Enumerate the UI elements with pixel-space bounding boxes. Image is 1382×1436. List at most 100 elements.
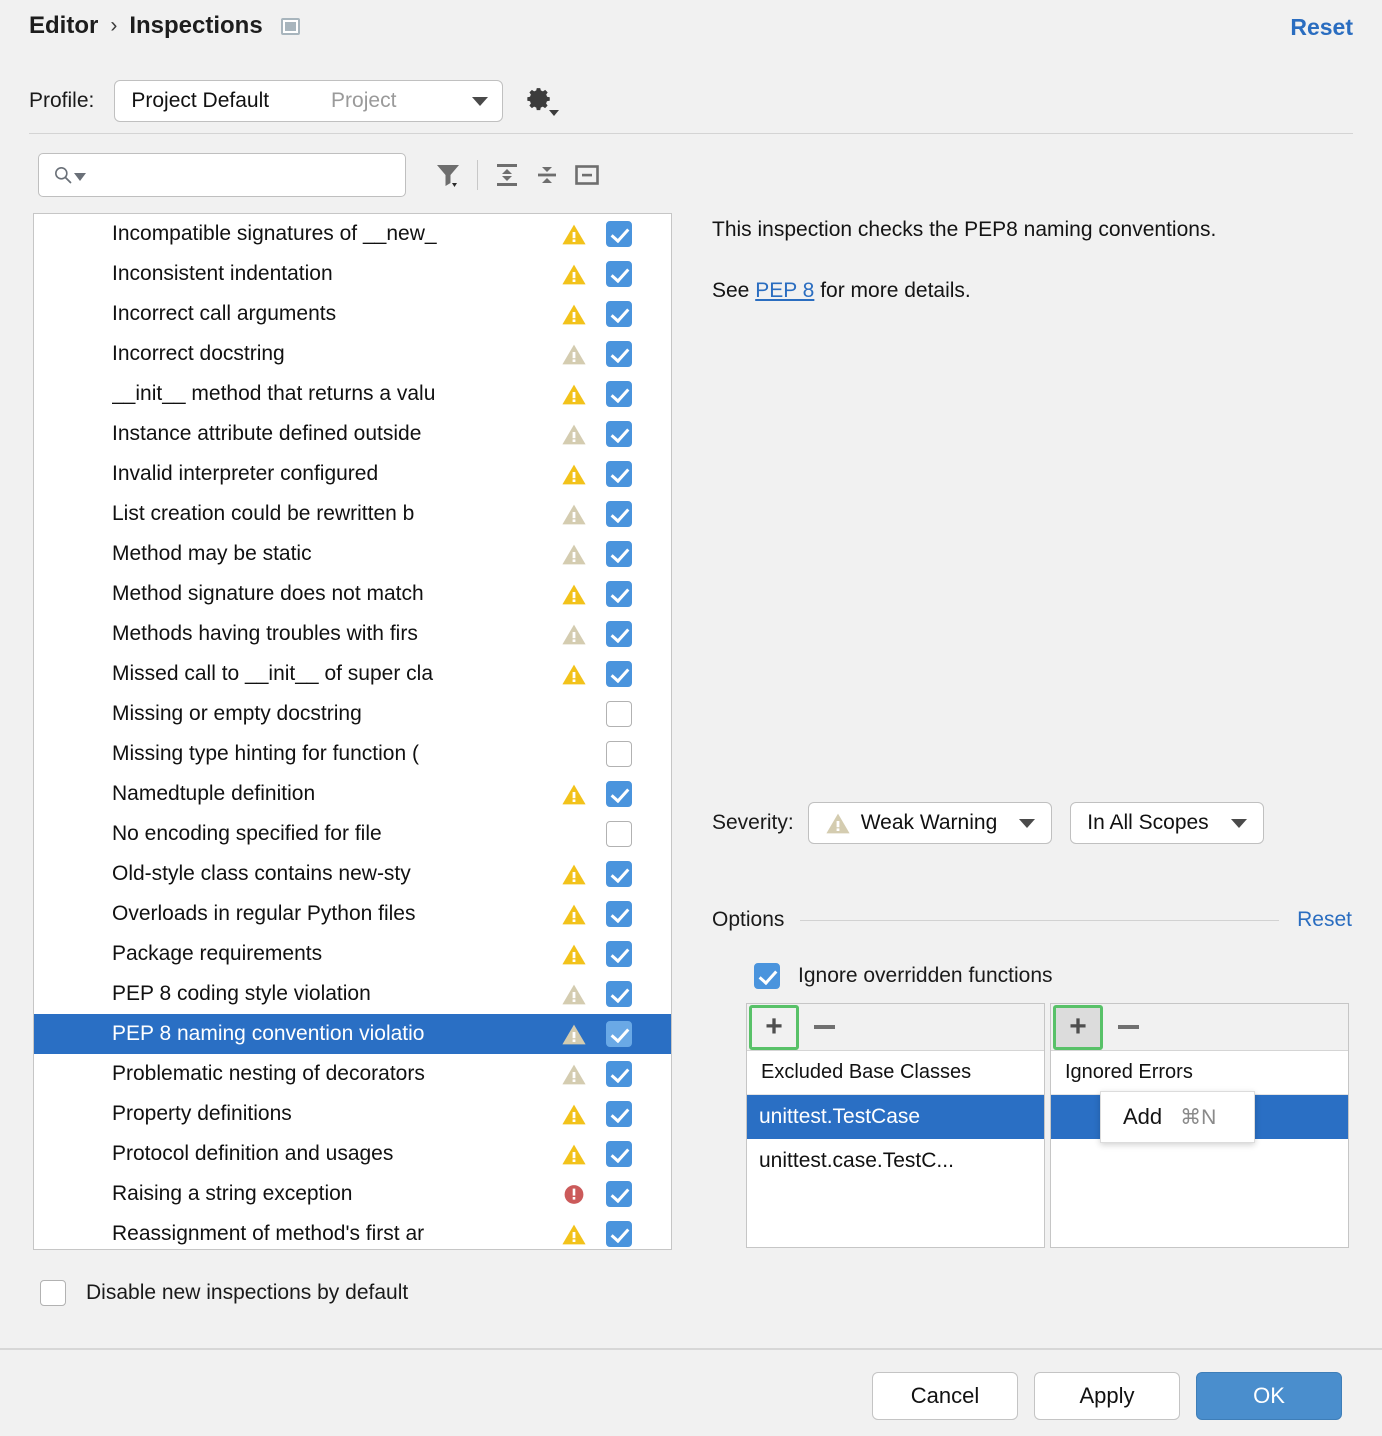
inspection-enabled-checkbox[interactable] [606, 301, 632, 327]
inspection-label: Namedtuple definition [112, 782, 552, 806]
disable-new-inspections-row[interactable]: Disable new inspections by default [40, 1280, 408, 1306]
apply-button[interactable]: Apply [1034, 1372, 1180, 1420]
inspection-row[interactable]: Incompatible signatures of __new_ [34, 214, 671, 254]
toggle-group-button[interactable] [567, 155, 607, 195]
inspection-row[interactable]: Raising a string exception [34, 1174, 671, 1214]
inspection-checkbox-slot [596, 661, 642, 687]
inspection-severity-icon-slot [552, 383, 596, 406]
inspection-enabled-checkbox[interactable] [606, 981, 632, 1007]
inspection-enabled-checkbox[interactable] [606, 1221, 632, 1247]
inspection-row[interactable]: Missing or empty docstring [34, 694, 671, 734]
remove-ignored-error-button[interactable] [1103, 1005, 1153, 1050]
inspection-row[interactable]: Methods having troubles with firs [34, 614, 671, 654]
search-options-caret-icon[interactable] [74, 173, 86, 181]
inspection-enabled-checkbox[interactable] [606, 781, 632, 807]
reset-link-top[interactable]: Reset [1290, 14, 1353, 41]
inspections-list[interactable]: Incompatible signatures of __new_Inconsi… [33, 213, 672, 1250]
chevron-down-icon [472, 97, 488, 106]
inspection-row[interactable]: PEP 8 coding style violation [34, 974, 671, 1014]
excluded-base-classes-table[interactable]: + Excluded Base Classes unittest.TestCas… [746, 1003, 1045, 1248]
weak-warning-icon [825, 812, 851, 835]
inspection-row[interactable]: Problematic nesting of decorators [34, 1054, 671, 1094]
inspection-enabled-checkbox[interactable] [606, 1181, 632, 1207]
add-excluded-base-class-button[interactable]: + [749, 1005, 799, 1050]
inspection-enabled-checkbox[interactable] [606, 261, 632, 287]
window-panel-icon[interactable] [281, 18, 300, 35]
inspection-label: Missing type hinting for function ( [112, 742, 552, 766]
inspection-row[interactable]: Old-style class contains new-sty [34, 854, 671, 894]
inspection-row-selected[interactable]: PEP 8 naming convention violatio [34, 1014, 671, 1054]
ignore-overridden-row[interactable]: Ignore overridden functions [754, 963, 1053, 989]
inspection-row[interactable]: Missed call to __init__ of super cla [34, 654, 671, 694]
inspection-enabled-checkbox[interactable] [606, 741, 632, 767]
inspection-enabled-checkbox[interactable] [606, 901, 632, 927]
remove-excluded-base-class-button[interactable] [799, 1005, 849, 1050]
add-ignored-error-button[interactable]: + [1053, 1005, 1103, 1050]
inspection-enabled-checkbox[interactable] [606, 1101, 632, 1127]
inspection-row[interactable]: Namedtuple definition [34, 774, 671, 814]
inspection-checkbox-slot [596, 221, 642, 247]
inspection-row[interactable]: Inconsistent indentation [34, 254, 671, 294]
inspection-enabled-checkbox[interactable] [606, 1021, 632, 1047]
inspection-row[interactable]: Package requirements [34, 934, 671, 974]
options-tables: + Excluded Base Classes unittest.TestCas… [746, 1003, 1349, 1248]
inspection-row[interactable]: Incorrect call arguments [34, 294, 671, 334]
inspection-enabled-checkbox[interactable] [606, 421, 632, 447]
inspection-enabled-checkbox[interactable] [606, 581, 632, 607]
inspection-row[interactable]: No encoding specified for file [34, 814, 671, 854]
inspection-label: Incorrect call arguments [112, 302, 552, 326]
inspection-row[interactable]: Invalid interpreter configured [34, 454, 671, 494]
inspection-enabled-checkbox[interactable] [606, 661, 632, 687]
excluded-base-class-row[interactable]: unittest.TestCase [747, 1095, 1044, 1139]
pep8-link[interactable]: PEP 8 [755, 279, 814, 302]
disable-new-inspections-checkbox[interactable] [40, 1280, 66, 1306]
inspection-row[interactable]: Instance attribute defined outside [34, 414, 671, 454]
inspection-row[interactable]: Missing type hinting for function ( [34, 734, 671, 774]
inspection-enabled-checkbox[interactable] [606, 221, 632, 247]
inspection-label: Missing or empty docstring [112, 702, 552, 726]
warning-icon [561, 263, 587, 286]
inspection-enabled-checkbox[interactable] [606, 821, 632, 847]
inspection-enabled-checkbox[interactable] [606, 461, 632, 487]
inspection-enabled-checkbox[interactable] [606, 1141, 632, 1167]
collapse-all-button[interactable] [527, 155, 567, 195]
excluded-base-class-row[interactable]: unittest.case.TestC... [747, 1139, 1044, 1183]
inspection-row[interactable]: __init__ method that returns a valu [34, 374, 671, 414]
expand-all-button[interactable] [487, 155, 527, 195]
inspection-row[interactable]: Property definitions [34, 1094, 671, 1134]
profile-row: Profile: Project Default Project [29, 80, 557, 122]
inspection-enabled-checkbox[interactable] [606, 541, 632, 567]
severity-combobox[interactable]: Weak Warning [808, 802, 1053, 844]
inspection-row[interactable]: Reassignment of method's first ar [34, 1214, 671, 1250]
search-input[interactable] [38, 153, 406, 197]
inspection-row[interactable]: List creation could be rewritten b [34, 494, 671, 534]
inspection-checkbox-slot [596, 1181, 642, 1207]
inspection-row[interactable]: Method may be static [34, 534, 671, 574]
cancel-button[interactable]: Cancel [872, 1372, 1018, 1420]
inspection-enabled-checkbox[interactable] [606, 341, 632, 367]
scope-combobox[interactable]: In All Scopes [1070, 802, 1263, 844]
filter-button[interactable] [428, 155, 468, 195]
inspection-checkbox-slot [596, 701, 642, 727]
inspection-severity-icon-slot [552, 1023, 596, 1046]
ok-button[interactable]: OK [1196, 1372, 1342, 1420]
inspection-enabled-checkbox[interactable] [606, 701, 632, 727]
inspection-enabled-checkbox[interactable] [606, 501, 632, 527]
inspection-checkbox-slot [596, 821, 642, 847]
inspection-row[interactable]: Overloads in regular Python files [34, 894, 671, 934]
inspection-checkbox-slot [596, 1141, 642, 1167]
breadcrumb-parent[interactable]: Editor [29, 12, 98, 40]
inspection-enabled-checkbox[interactable] [606, 1061, 632, 1087]
inspection-enabled-checkbox[interactable] [606, 941, 632, 967]
inspection-row[interactable]: Method signature does not match [34, 574, 671, 614]
inspection-row[interactable]: Incorrect docstring [34, 334, 671, 374]
inspection-enabled-checkbox[interactable] [606, 861, 632, 887]
profile-combobox[interactable]: Project Default Project [114, 80, 503, 122]
options-reset-link[interactable]: Reset [1297, 908, 1352, 932]
profile-settings-button[interactable] [527, 86, 557, 116]
inspection-enabled-checkbox[interactable] [606, 381, 632, 407]
inspection-row[interactable]: Protocol definition and usages [34, 1134, 671, 1174]
ignored-table-toolbar: + [1051, 1004, 1348, 1051]
ignore-overridden-checkbox[interactable] [754, 963, 780, 989]
inspection-enabled-checkbox[interactable] [606, 621, 632, 647]
